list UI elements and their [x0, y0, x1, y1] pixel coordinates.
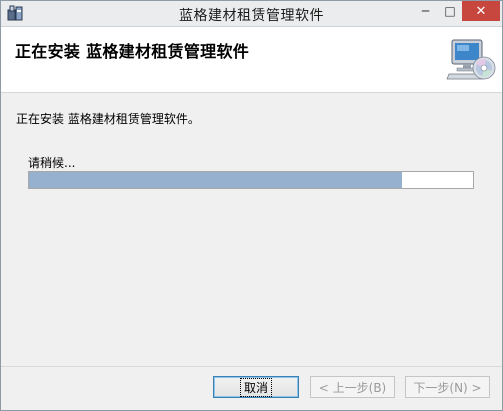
back-button[interactable]: < 上一步(B)	[310, 376, 395, 398]
maximize-button[interactable]: □	[438, 1, 462, 21]
close-button[interactable]: ✕	[462, 1, 500, 21]
back-button-label: < 上一步(B)	[318, 380, 387, 395]
header-title: 正在安装 蓝格建材租赁管理软件	[15, 42, 250, 61]
title-bar[interactable]: 蓝格建材租赁管理软件 ─ □ ✕	[1, 1, 502, 27]
progress-bar-fill	[29, 172, 402, 188]
next-button-label: 下一步(N) >	[413, 380, 482, 395]
computer-cd-icon	[446, 39, 496, 80]
installer-window: 蓝格建材租赁管理软件 ─ □ ✕ 正在安装 蓝格建材租赁管理软件 正在安装 蓝格…	[0, 0, 503, 411]
cancel-button-label: 取消	[239, 377, 272, 397]
next-button[interactable]: 下一步(N) >	[405, 376, 490, 398]
cancel-button[interactable]: 取消	[213, 376, 299, 398]
minimize-button[interactable]: ─	[413, 1, 438, 21]
progress-bar	[28, 171, 474, 189]
footer-divider	[1, 366, 502, 367]
please-wait-text: 请稍候...	[28, 156, 76, 170]
install-status-text: 正在安装 蓝格建材租赁管理软件。	[16, 112, 200, 126]
installer-header: 正在安装 蓝格建材租赁管理软件	[1, 27, 502, 93]
